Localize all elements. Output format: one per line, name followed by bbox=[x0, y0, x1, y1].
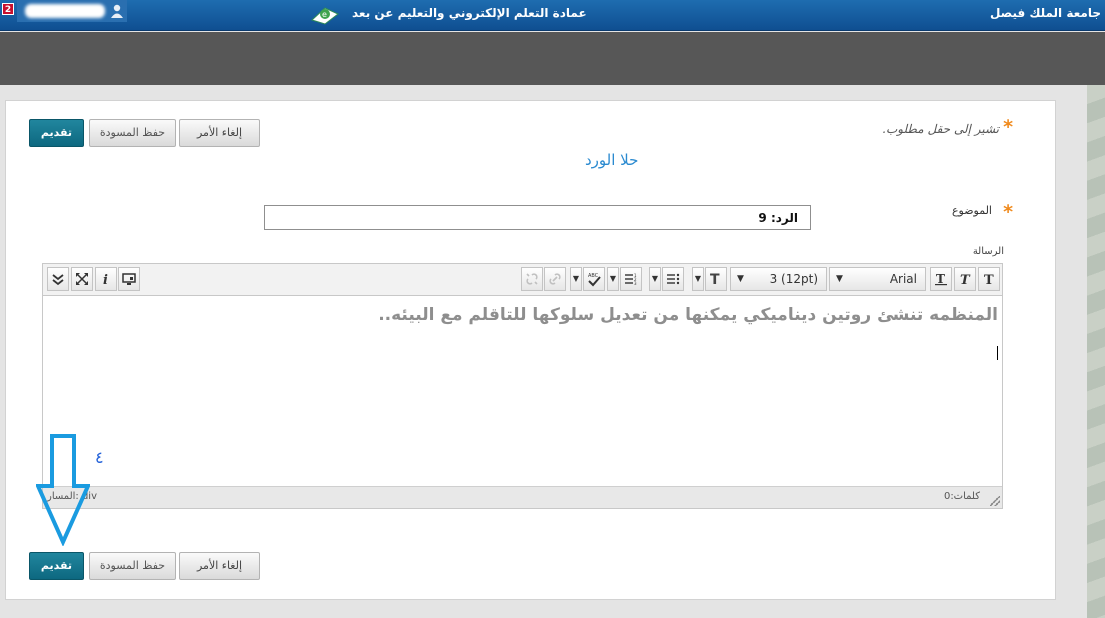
subject-label: الموضوع bbox=[951, 204, 992, 217]
italic-text-icon[interactable]: T bbox=[954, 267, 976, 291]
chevron-down-icon: ▼ bbox=[572, 274, 580, 283]
submit-button-bottom[interactable]: تقديم bbox=[29, 552, 84, 580]
required-field-note: تشير إلى حقل مطلوب. bbox=[882, 122, 999, 136]
text-format-icon[interactable]: T bbox=[705, 267, 727, 291]
submit-button[interactable]: تقديم bbox=[29, 119, 84, 147]
underline-text-icon[interactable]: T bbox=[930, 267, 952, 291]
editor-statusbar: المسار: div كلمات:0 bbox=[43, 486, 1002, 508]
user-menu[interactable] bbox=[17, 0, 127, 22]
editor-content-area[interactable]: المنظمه تنشئ روتين ديناميكي يمكنها من تع… bbox=[43, 297, 1002, 485]
svg-text:T: T bbox=[984, 273, 994, 286]
svg-text:e: e bbox=[322, 10, 327, 19]
save-draft-button[interactable]: حفظ المسودة bbox=[89, 119, 176, 147]
fullscreen-icon[interactable] bbox=[71, 267, 93, 291]
text-caret bbox=[997, 346, 998, 360]
svg-text:ABC: ABC bbox=[588, 273, 599, 279]
top-banner: 2 e عمادة التعلم الإلكتروني والتعليم عن … bbox=[0, 0, 1105, 31]
navigation-band bbox=[0, 32, 1105, 85]
font-family-select[interactable]: Arial ▼ bbox=[829, 267, 926, 291]
user-icon bbox=[111, 4, 123, 18]
chevron-down-icon: ▼ bbox=[737, 274, 744, 284]
spellcheck-icon[interactable]: ABC bbox=[583, 267, 605, 291]
university-name[interactable]: جامعة الملك فيصل bbox=[990, 6, 1101, 20]
subject-input[interactable] bbox=[264, 205, 811, 230]
step-number: ٤ bbox=[95, 448, 104, 467]
svg-text:i: i bbox=[103, 273, 108, 286]
link-icon[interactable] bbox=[544, 267, 566, 291]
side-decoration bbox=[1087, 85, 1105, 618]
svg-text:T: T bbox=[936, 272, 945, 286]
page-title: حلا الورد bbox=[585, 151, 639, 169]
deanship-title[interactable]: عمادة التعلم الإلكتروني والتعليم عن بعد bbox=[352, 6, 587, 20]
rich-text-editor: T T T Arial ▼ 3 (12pt) ▼ T ▼ ▼ 1 2 3 ▼ A… bbox=[42, 263, 1003, 509]
user-name-blurred bbox=[25, 4, 105, 18]
text-format-dropdown[interactable]: ▼ bbox=[692, 267, 704, 291]
reply-form-panel: تقديم حفظ المسودة إلغاء الأمر * تشير إلى… bbox=[5, 100, 1056, 600]
numbered-list-icon[interactable]: 123 bbox=[620, 267, 642, 291]
bold-text-icon[interactable]: T bbox=[978, 267, 1000, 291]
chevron-down-icon: ▼ bbox=[609, 274, 617, 283]
bullet-list-icon[interactable] bbox=[662, 267, 684, 291]
chevron-down-icon: ▼ bbox=[651, 274, 659, 283]
subject-required-star-icon: * bbox=[1003, 201, 1013, 223]
font-size-value: 3 (12pt) bbox=[769, 272, 818, 286]
font-family-value: Arial bbox=[889, 272, 917, 286]
svg-text:T: T bbox=[710, 272, 720, 286]
resize-grip-icon[interactable] bbox=[990, 496, 1000, 506]
svg-text:3: 3 bbox=[634, 281, 637, 285]
word-count: كلمات:0 bbox=[943, 491, 980, 502]
numbered-list-dropdown[interactable]: ▼ bbox=[607, 267, 619, 291]
down-arrow-annotation-icon bbox=[36, 434, 90, 546]
bullet-list-dropdown[interactable]: ▼ bbox=[649, 267, 661, 291]
chevron-down-icon: ▼ bbox=[836, 274, 843, 284]
spellcheck-dropdown[interactable]: ▼ bbox=[570, 267, 582, 291]
cancel-button-bottom[interactable]: إلغاء الأمر bbox=[179, 552, 260, 580]
preview-icon[interactable] bbox=[118, 267, 140, 291]
save-draft-button-bottom[interactable]: حفظ المسودة bbox=[89, 552, 176, 580]
message-label: الرسالة bbox=[972, 246, 1004, 257]
elearning-logo-icon: e bbox=[311, 7, 339, 25]
svg-text:T: T bbox=[960, 273, 971, 286]
font-size-select[interactable]: 3 (12pt) ▼ bbox=[730, 267, 827, 291]
unlink-icon[interactable] bbox=[521, 267, 543, 291]
collapse-icon[interactable] bbox=[47, 267, 69, 291]
required-star-icon: * bbox=[1003, 116, 1013, 138]
info-icon[interactable]: i bbox=[95, 267, 117, 291]
chevron-down-icon: ▼ bbox=[694, 274, 702, 283]
editor-toolbar: T T T Arial ▼ 3 (12pt) ▼ T ▼ ▼ 1 2 3 ▼ A… bbox=[43, 264, 1002, 296]
notification-badge[interactable]: 2 bbox=[2, 3, 14, 15]
cancel-button[interactable]: إلغاء الأمر bbox=[179, 119, 260, 147]
